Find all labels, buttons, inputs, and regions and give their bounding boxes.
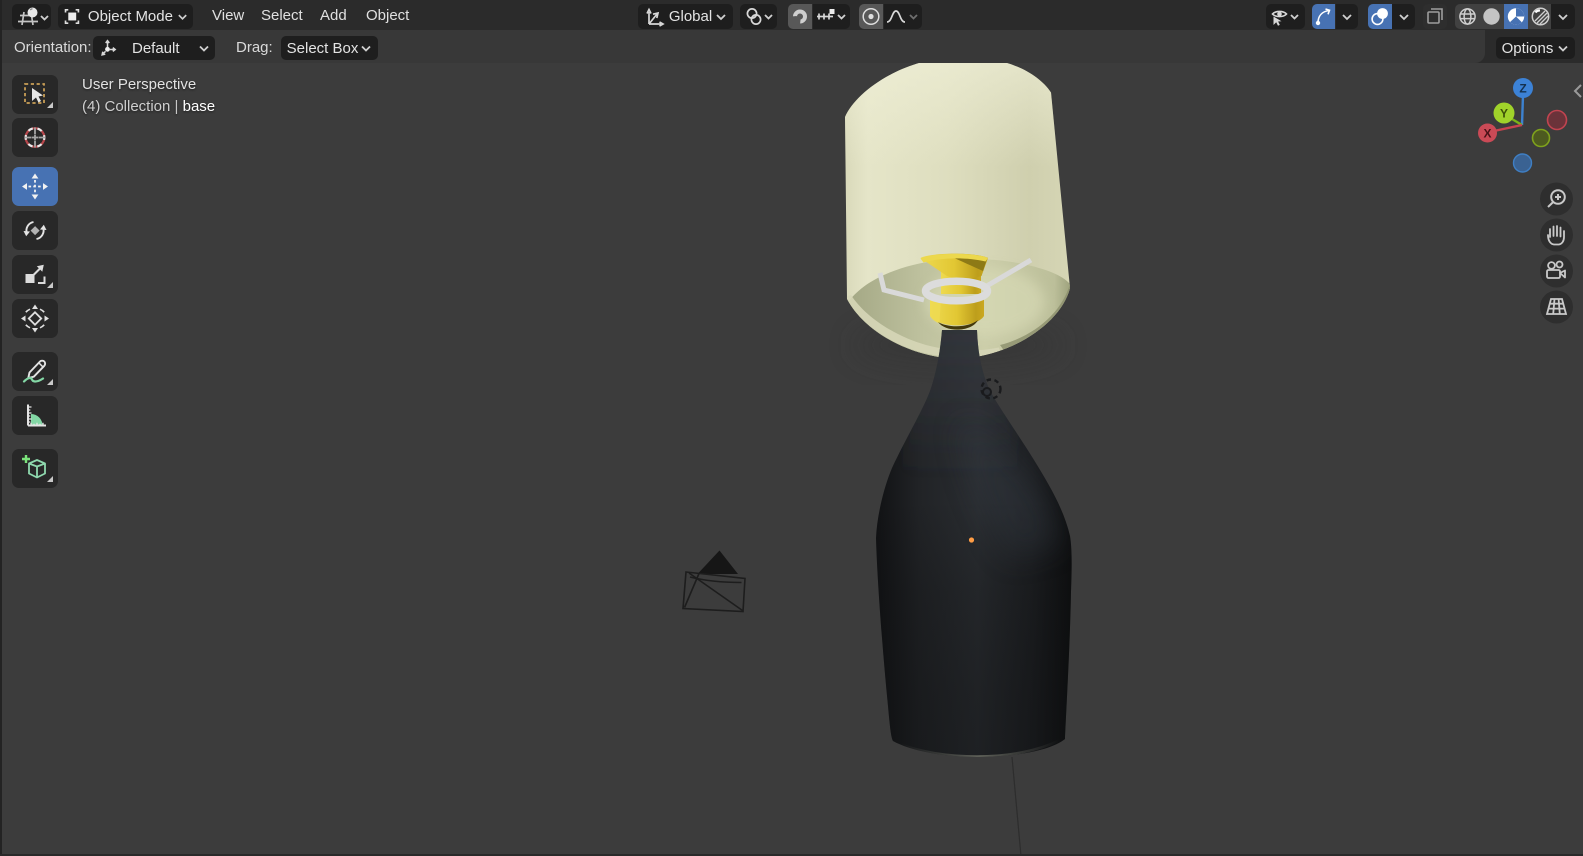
- svg-text:Z: Z: [1519, 82, 1526, 96]
- svg-text:X: X: [1483, 127, 1491, 141]
- svg-text:Y: Y: [1500, 107, 1508, 121]
